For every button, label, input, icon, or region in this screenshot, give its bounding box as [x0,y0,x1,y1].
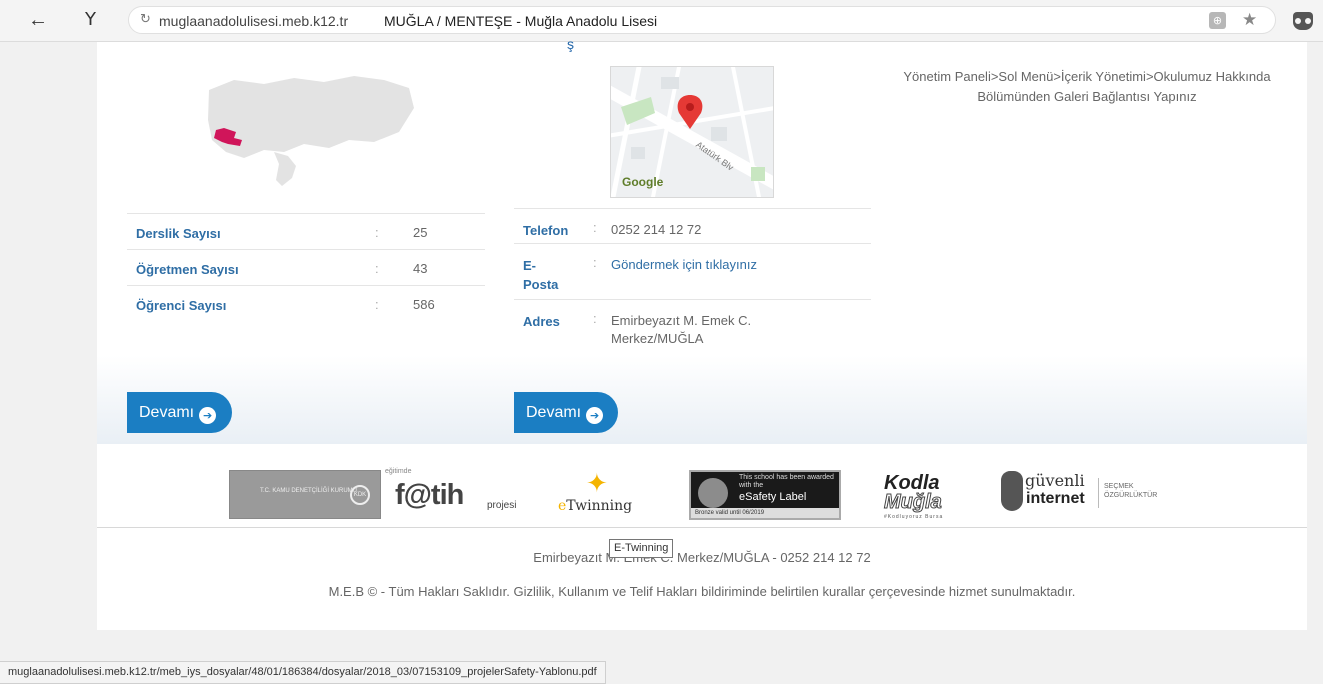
phone-label: Telefon [523,223,569,238]
stat-value: 25 [413,225,428,240]
browser-logo[interactable]: Y [85,9,96,30]
footer-copyright: M.E.B © - Tüm Hakları Saklıdır. Gizlilik… [328,584,1076,599]
email-label: E-Posta [523,258,559,292]
etwinning-logo-text: eTwinning [558,498,632,514]
contact-row-address: Adres : Emirbeyazıt M. Emek C. Merkez/MU… [514,300,871,360]
kodla-line2: Muğla [884,491,943,514]
more-button-contact[interactable]: Devamı ➔ [514,392,618,433]
address-value: Emirbeyazıt M. Emek C. Merkez/MUĞLA [611,313,752,346]
stat-separator: : [375,261,379,276]
esafety-line1: This school has been awarded with the [739,474,834,489]
status-bar-url: muglaanadolulisesi.meb.k12.tr/meb_iys_do… [0,661,606,684]
etwinning-word: Twinning [566,498,633,514]
cut-heading-fragment: ş [567,36,574,52]
address-label: Adres [523,314,560,329]
fatih-logo-top: eğitimde [385,468,412,475]
arrow-right-icon: ➔ [199,407,217,424]
esafety-logo[interactable]: This school has been awarded with the eS… [689,470,841,520]
kdk-logo-text: T.C. KAMU DENETÇİLİĞİ KURUMU [260,488,358,494]
extension-icon[interactable]: ⊕ [1209,12,1226,29]
url-text[interactable]: muglaanadolulisesi.meb.k12.tr [159,13,348,29]
info-section: ş Derslik Sayısı : 25 Öğretmen Sayısı : … [97,36,1307,444]
stat-separator: : [375,297,379,312]
stat-label: Öğretmen Sayısı [136,262,239,277]
guvenli-line1: güvenli [1025,471,1085,490]
school-stats: Derslik Sayısı : 25 Öğretmen Sayısı : 43… [127,213,485,322]
partner-logos: T.C. KAMU DENETÇİLİĞİ KURUMU KDK eğitimd… [97,444,1307,528]
contact-row-email: E-Posta : Göndermek için tıklayınız [514,244,871,300]
etwinning-star-icon: ✦ [586,468,608,498]
stat-row-students: Öğrenci Sayısı : 586 [127,286,485,322]
page-title: MUĞLA / MENTEŞE - Muğla Anadolu Lisesi [384,13,658,29]
contact-info: Telefon : 0252 214 12 72 E-Posta : Gönde… [514,208,871,360]
phone-value: 0252 214 12 72 [611,222,702,237]
google-logo: Google [622,175,664,189]
kodla-mugla-logo[interactable]: Kodla Muğla #Kodluyoruz Bursa [876,468,966,522]
star-icon[interactable]: ★ [1242,10,1257,30]
profile-icon[interactable] [1293,12,1313,30]
email-link[interactable]: Göndermek için tıklayınız [611,256,757,274]
more-button-label: Devamı [526,404,582,421]
fatih-logo-sub: projesi [487,500,517,511]
arrow-right-icon: ➔ [586,407,604,424]
reload-icon[interactable]: ↻ [140,12,151,27]
turkey-map[interactable] [204,70,419,190]
etwinning-tooltip: E-Twinning [609,539,674,558]
kdk-logo[interactable]: T.C. KAMU DENETÇİLİĞİ KURUMU KDK [229,470,381,519]
browser-toolbar: ← Y ↻ muglaanadolulisesi.meb.k12.tr MUĞL… [0,0,1323,42]
guvenli-internet-logo[interactable]: güvenli internet SEÇMEK ÖZGÜRLÜKTÜR [999,468,1158,522]
footer-address: Emirbeyazıt M. Emek C. Merkez/MUĞLA - 02… [533,550,871,565]
etwinning-logo[interactable]: ✦ eTwinning [548,468,656,522]
shield-icon [1001,471,1023,511]
contact-separator: : [593,220,597,235]
kodla-line3: #Kodluyoruz Bursa [884,514,944,520]
gallery-note: Yönetim Paneli>Sol Menü>İçerik Yönetimi>… [903,69,1271,104]
fatih-logo-main: f@tih [395,479,464,511]
back-arrow-icon[interactable]: ← [28,9,48,32]
google-map[interactable]: Atatürk Blv Google [610,66,774,198]
stat-row-teachers: Öğretmen Sayısı : 43 [127,250,485,286]
contact-row-phone: Telefon : 0252 214 12 72 [514,209,871,244]
address-bar[interactable]: ↻ muglaanadolulisesi.meb.k12.tr MUĞLA / … [128,6,1276,34]
more-button-stats[interactable]: Devamı ➔ [127,392,232,433]
stat-label: Derslik Sayısı [136,226,221,241]
more-button-label: Devamı [139,404,195,421]
esafety-line2: eSafety Label [739,491,807,503]
stat-label: Öğrenci Sayısı [136,298,227,313]
contact-separator: : [593,255,597,270]
stat-separator: : [375,225,379,240]
stat-row-classrooms: Derslik Sayısı : 25 [127,214,485,250]
guvenli-line3: SEÇMEK ÖZGÜRLÜKTÜR [1104,483,1158,499]
stat-value: 43 [413,261,428,276]
page-content: ş Derslik Sayısı : 25 Öğretmen Sayısı : … [97,36,1307,630]
fatih-logo[interactable]: eğitimde f@tih projesi [383,468,531,522]
esafety-bottom: Bronze valid until 06/2019 [691,508,839,518]
logo-divider [1098,478,1099,508]
stat-value: 586 [413,297,435,312]
esafety-badge-icon [698,478,728,508]
contact-separator: : [593,311,597,326]
guvenli-line2: internet [1026,490,1085,507]
kdk-badge: KDK [350,485,370,505]
